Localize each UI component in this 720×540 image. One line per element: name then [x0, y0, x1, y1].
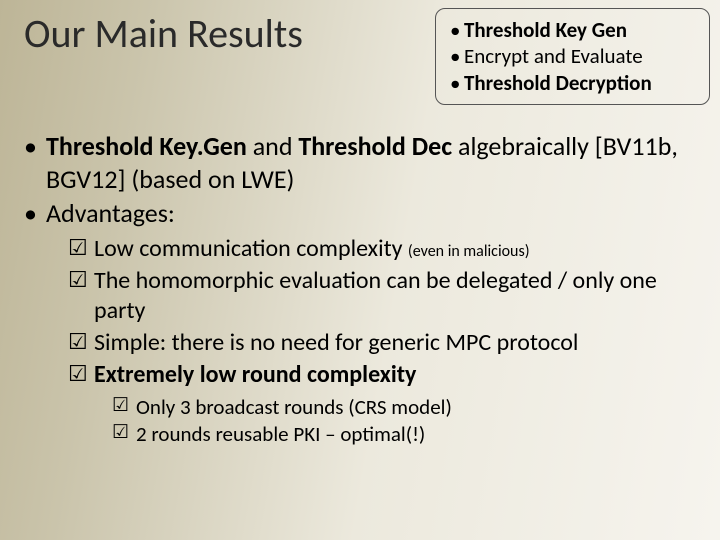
bullet-level2: Extremely low round complexity [68, 360, 696, 390]
slide: Our Main Results Threshold Key GenEncryp… [0, 0, 720, 540]
callout-item-label: Encrypt and Evaluate [464, 43, 699, 69]
check-icon [68, 234, 94, 264]
bullet-content: Low communication complexity (even in ma… [94, 234, 696, 264]
bullet-icon [450, 17, 464, 43]
callout-box: Threshold Key GenEncrypt and EvaluateThr… [435, 8, 710, 105]
text-segment: Simple: there is no need for generic MPC… [94, 328, 578, 357]
bullet-level3: 2 rounds reusable PKI – optimal(!) [112, 421, 696, 447]
bullet-icon [450, 70, 464, 96]
sub-sub-bullet-group: Only 3 broadcast rounds (CRS model)2 rou… [112, 394, 696, 448]
slide-body: Threshold Key.Gen and Threshold Dec alge… [24, 130, 696, 448]
bullet-content: Threshold Key.Gen and Threshold Dec alge… [46, 130, 696, 195]
text-segment: The homomorphic evaluation can be delega… [94, 266, 657, 325]
bullet-level1: Threshold Key.Gen and Threshold Dec alge… [24, 130, 696, 195]
text-segment: and [247, 130, 299, 162]
bullet-level3: Only 3 broadcast rounds (CRS model) [112, 394, 696, 420]
bullet-icon [24, 130, 46, 195]
bullet-icon [450, 43, 464, 69]
bullet-content: Only 3 broadcast rounds (CRS model) [136, 394, 696, 420]
callout-item: Threshold Decryption [450, 70, 699, 96]
bullet-level2: The homomorphic evaluation can be delega… [68, 266, 696, 326]
bullet-content: Extremely low round complexity [94, 360, 696, 390]
bullet-level2: Low communication complexity (even in ma… [68, 234, 696, 264]
text-segment: Threshold Key.Gen [46, 130, 247, 162]
bullet-content: The homomorphic evaluation can be delega… [94, 266, 696, 326]
text-segment: 2 rounds reusable PKI – optimal(!) [136, 421, 425, 447]
text-segment: Only 3 broadcast rounds (CRS model) [136, 394, 452, 420]
check-icon [68, 360, 94, 390]
check-icon [112, 421, 136, 447]
callout-item-label: Threshold Key Gen [464, 17, 699, 43]
text-segment: (even in malicious) [408, 242, 530, 261]
check-icon [112, 394, 136, 420]
text-segment: Threshold Dec [298, 130, 452, 162]
check-icon [68, 328, 94, 358]
bullet-content: 2 rounds reusable PKI – optimal(!) [136, 421, 696, 447]
sub-bullet-group: Low communication complexity (even in ma… [68, 234, 696, 448]
text-segment: Low communication complexity [94, 234, 408, 263]
callout-item: Threshold Key Gen [450, 17, 699, 43]
bullet-content: Simple: there is no need for generic MPC… [94, 328, 696, 358]
text-segment: Extremely low round complexity [94, 360, 416, 389]
bullet-level1: Advantages: [24, 197, 696, 230]
check-icon [68, 266, 94, 326]
bullet-level2: Simple: there is no need for generic MPC… [68, 328, 696, 358]
slide-title: Our Main Results [24, 12, 303, 56]
bullet-content: Advantages: [46, 197, 696, 230]
bullet-icon [24, 197, 46, 230]
callout-item-label: Threshold Decryption [464, 70, 699, 96]
callout-item: Encrypt and Evaluate [450, 43, 699, 69]
text-segment: Advantages: [46, 197, 175, 229]
